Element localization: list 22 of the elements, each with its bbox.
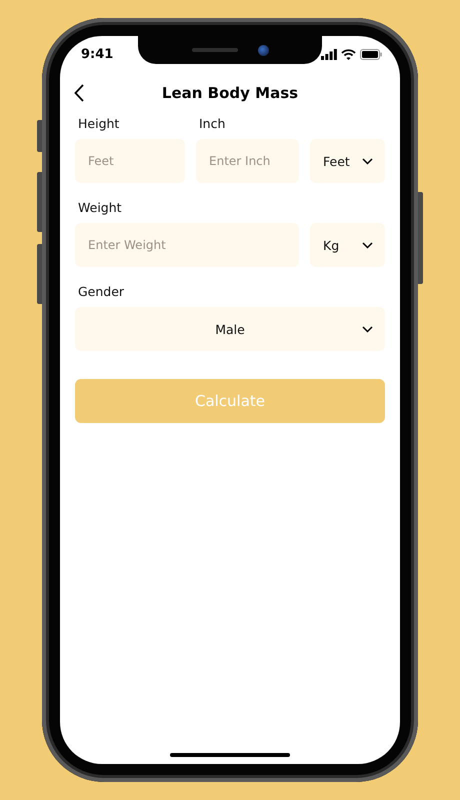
inch-label: Inch (198, 116, 226, 131)
battery-icon (360, 48, 382, 60)
chevron-down-icon (362, 242, 373, 248)
chevron-down-icon (362, 326, 373, 332)
gender-label: Gender (77, 284, 126, 299)
status-time: 9:41 (81, 46, 114, 62)
chevron-down-icon (362, 158, 373, 164)
screen-title: Lean Body Mass (162, 84, 298, 102)
feet-input-field[interactable]: Feet (75, 139, 185, 183)
back-button[interactable] (74, 84, 84, 102)
height-unit-dropdown[interactable]: Feet (310, 139, 385, 183)
inch-input-field[interactable]: Enter Inch (196, 139, 299, 183)
weight-label: Weight (77, 200, 123, 215)
wifi-icon (341, 48, 356, 60)
weight-input-field[interactable]: Enter Weight (75, 223, 299, 267)
weight-unit-dropdown[interactable]: Kg (310, 223, 385, 267)
back-icon (74, 84, 84, 102)
camera-lens (258, 44, 268, 56)
height-label: Height (77, 116, 120, 131)
gender-dropdown[interactable]: Male (75, 307, 385, 351)
signal-icon (321, 48, 337, 60)
speaker-slot (192, 48, 238, 52)
